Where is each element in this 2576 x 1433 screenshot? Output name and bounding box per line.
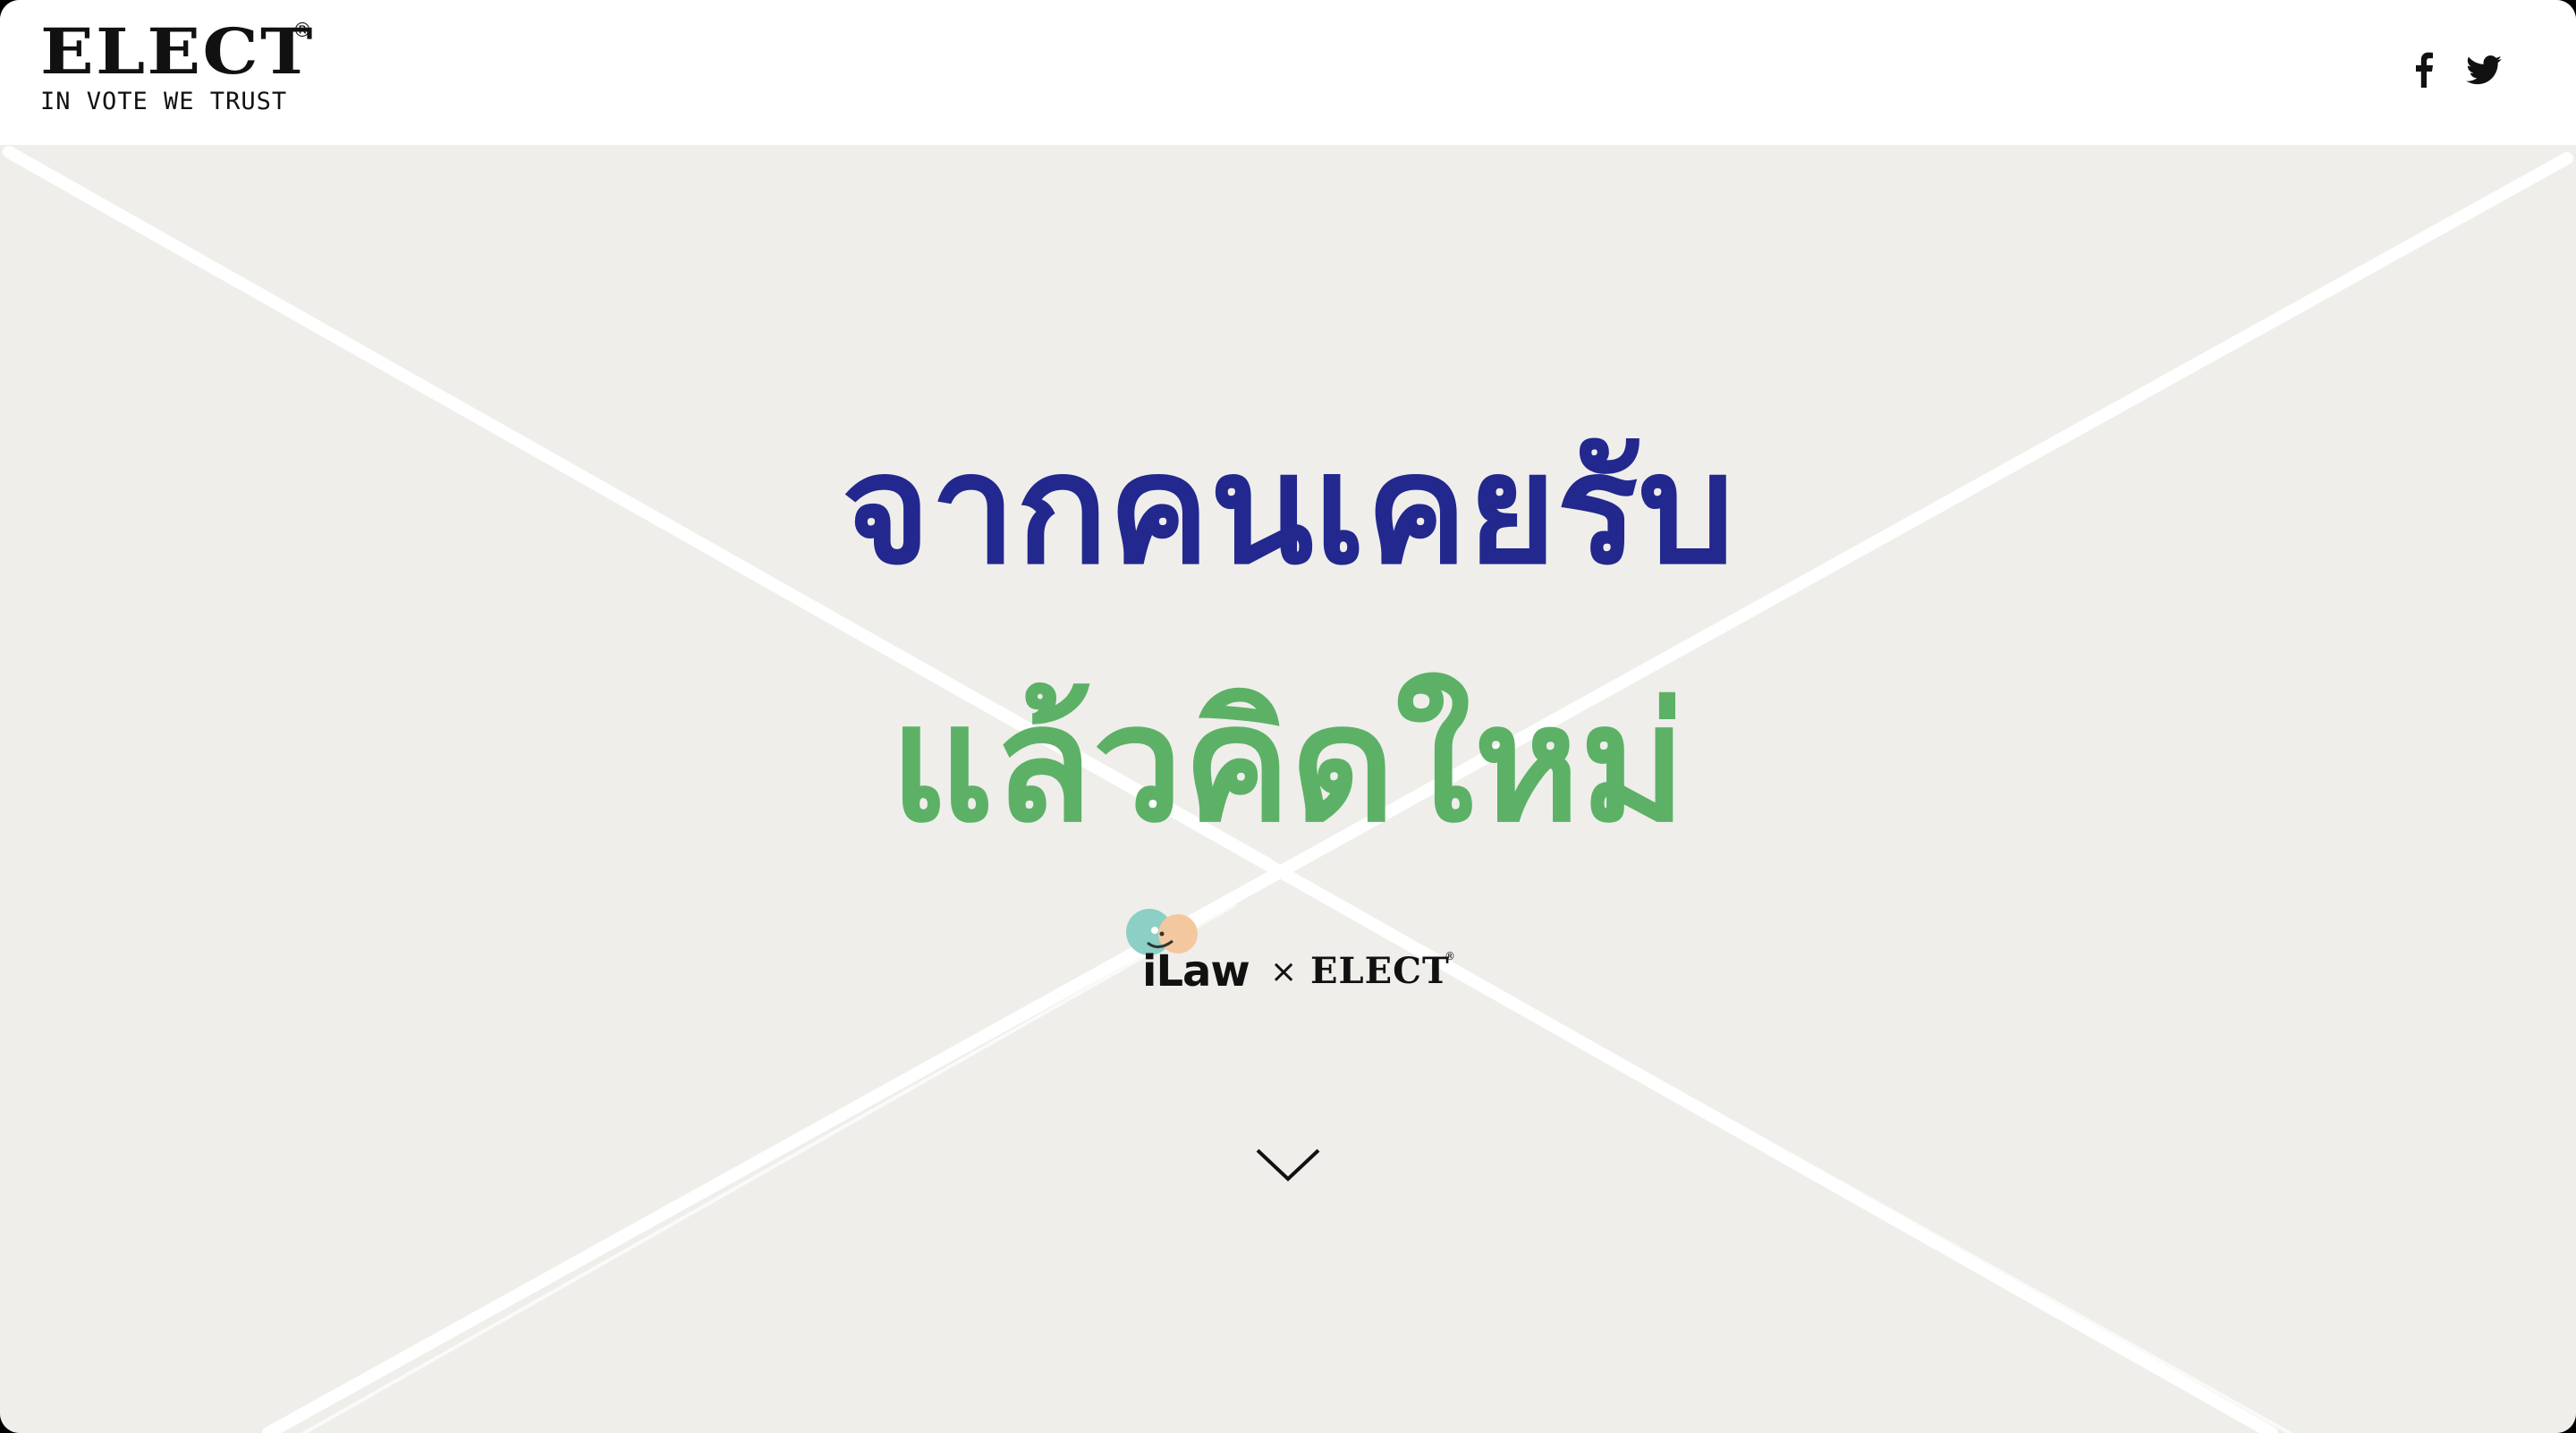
facebook-icon [2416,52,2433,88]
elect-small-registered: ® [1445,950,1455,962]
logo-tagline: IN VOTE WE TRUST [40,88,288,115]
registered-mark: ® [292,20,312,42]
facebook-share-button[interactable] [2404,50,2444,89]
twitter-share-button[interactable] [2464,50,2504,89]
page: ELECT ® IN VOTE WE TRUST จากคนเคยรับ แล้… [0,0,2576,1433]
ilaw-logo-text: iLaw [1142,946,1250,996]
partner-logos: iLaw × ELECT ® [1123,903,1462,1006]
chevron-down-icon [1256,1149,1320,1182]
collaboration-times-sign: × [1270,954,1298,990]
elect-logo[interactable]: ELECT ® IN VOTE WE TRUST [40,18,312,116]
logo-text: ELECT [40,14,315,89]
hero-title-line2: แล้วคิดใหม่ [0,671,2576,859]
twitter-icon [2466,55,2502,84]
hero-title-line2-text: แล้วคิดใหม่ [890,671,1686,858]
hero-title-line1: จากคนเคยรับ [0,420,2576,599]
elect-small-logo: ELECT [1310,950,1450,992]
scroll-down-button[interactable] [1252,1143,1324,1188]
hero-title-line1-text: จากคนเคยรับ [841,421,1735,598]
top-navbar: ELECT ® IN VOTE WE TRUST [0,0,2576,145]
